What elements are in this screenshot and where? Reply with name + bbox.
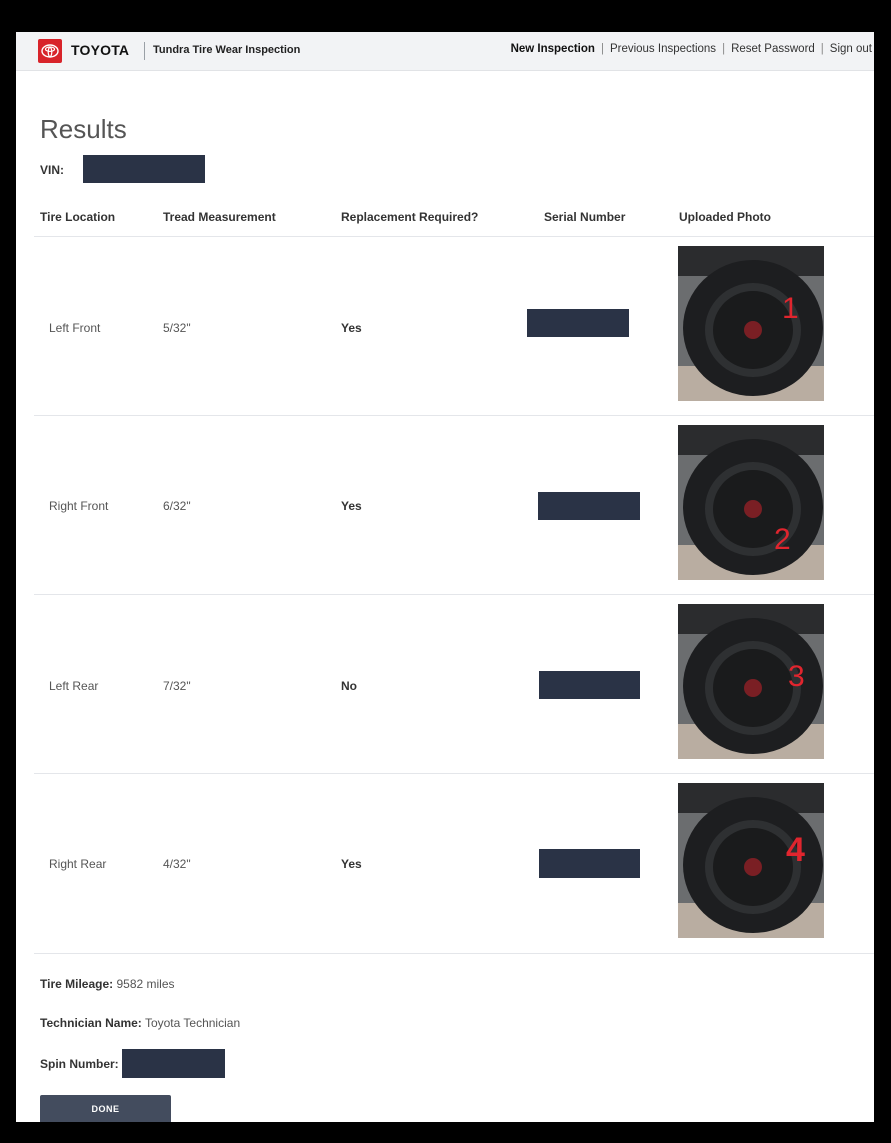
serial-redacted-value xyxy=(527,309,629,337)
tire-mileage-value: 9582 miles xyxy=(116,977,175,991)
photo-mark-text: 3 xyxy=(788,660,805,693)
done-button[interactable]: DONE xyxy=(40,1095,171,1122)
serial-redacted-value xyxy=(539,671,640,699)
cell-replacement: Yes xyxy=(341,321,362,335)
app-title: Tundra Tire Wear Inspection xyxy=(153,44,301,56)
nav-reset-password[interactable]: Reset Password xyxy=(731,43,815,55)
header-tire-location: Tire Location xyxy=(40,210,116,224)
header-serial-number: Serial Number xyxy=(544,210,626,224)
cell-tread: 7/32" xyxy=(163,679,191,693)
nav-previous-inspections[interactable]: Previous Inspections xyxy=(610,43,716,55)
brand-name: TOYOTA xyxy=(71,42,130,58)
header-divider xyxy=(144,42,145,60)
tire-photo[interactable]: 1 xyxy=(678,246,824,401)
tire-photo[interactable]: 4 xyxy=(678,783,824,938)
cell-tire-location: Right Front xyxy=(49,499,109,513)
tire-photo[interactable]: 3 xyxy=(678,604,824,759)
row-divider xyxy=(34,773,874,774)
cell-tread: 4/32" xyxy=(163,857,191,871)
cell-tire-location: Right Rear xyxy=(49,857,107,871)
photo-mark-text: 4 xyxy=(786,831,805,869)
top-header: TOYOTA Tundra Tire Wear Inspection New I… xyxy=(16,32,874,71)
tire-mileage-label: Tire Mileage: xyxy=(40,977,114,991)
table-header-divider xyxy=(34,236,874,237)
cell-replacement: Yes xyxy=(341,499,362,513)
cell-tire-location: Left Front xyxy=(49,321,101,335)
vin-redacted-value xyxy=(83,155,205,183)
page: TOYOTA Tundra Tire Wear Inspection New I… xyxy=(16,32,874,1122)
row-divider xyxy=(34,594,874,595)
serial-redacted-value xyxy=(538,492,640,520)
spin-number-label: Spin Number: xyxy=(40,1057,119,1071)
technician-name-label: Technician Name: xyxy=(40,1016,142,1030)
spin-number: Spin Number: xyxy=(40,1057,119,1071)
vin-label: VIN: xyxy=(40,163,64,177)
top-nav: New Inspection | Previous Inspections | Rese… xyxy=(510,43,872,55)
serial-redacted-value xyxy=(539,849,640,878)
technician-name-value: Toyota Technician xyxy=(144,1016,241,1030)
spin-number-redacted-value xyxy=(122,1049,225,1078)
header-uploaded-photo: Uploaded Photo xyxy=(679,210,771,224)
tire-mileage: Tire Mileage: 9582 miles xyxy=(40,977,175,991)
cell-replacement: Yes xyxy=(341,857,362,871)
header-tread-measurement: Tread Measurement xyxy=(163,210,276,224)
nav-sign-out[interactable]: Sign out xyxy=(830,43,872,55)
cell-tread: 5/32" xyxy=(163,321,191,335)
cell-tread: 6/32" xyxy=(163,499,191,513)
nav-new-inspection[interactable]: New Inspection xyxy=(511,43,595,55)
row-divider xyxy=(34,953,874,954)
technician-name: Technician Name: Toyota Technician xyxy=(40,1016,240,1030)
cell-replacement: No xyxy=(341,679,357,693)
row-divider xyxy=(34,415,874,416)
toyota-logo-icon[interactable] xyxy=(38,39,62,63)
photo-mark-text: 1 xyxy=(782,292,799,325)
cell-tire-location: Left Rear xyxy=(49,679,99,693)
page-title: Results xyxy=(40,114,127,144)
header-replacement-required: Replacement Required? xyxy=(341,210,479,224)
photo-mark-text: 2 xyxy=(774,523,791,556)
tire-photo[interactable]: 2 xyxy=(678,425,824,580)
